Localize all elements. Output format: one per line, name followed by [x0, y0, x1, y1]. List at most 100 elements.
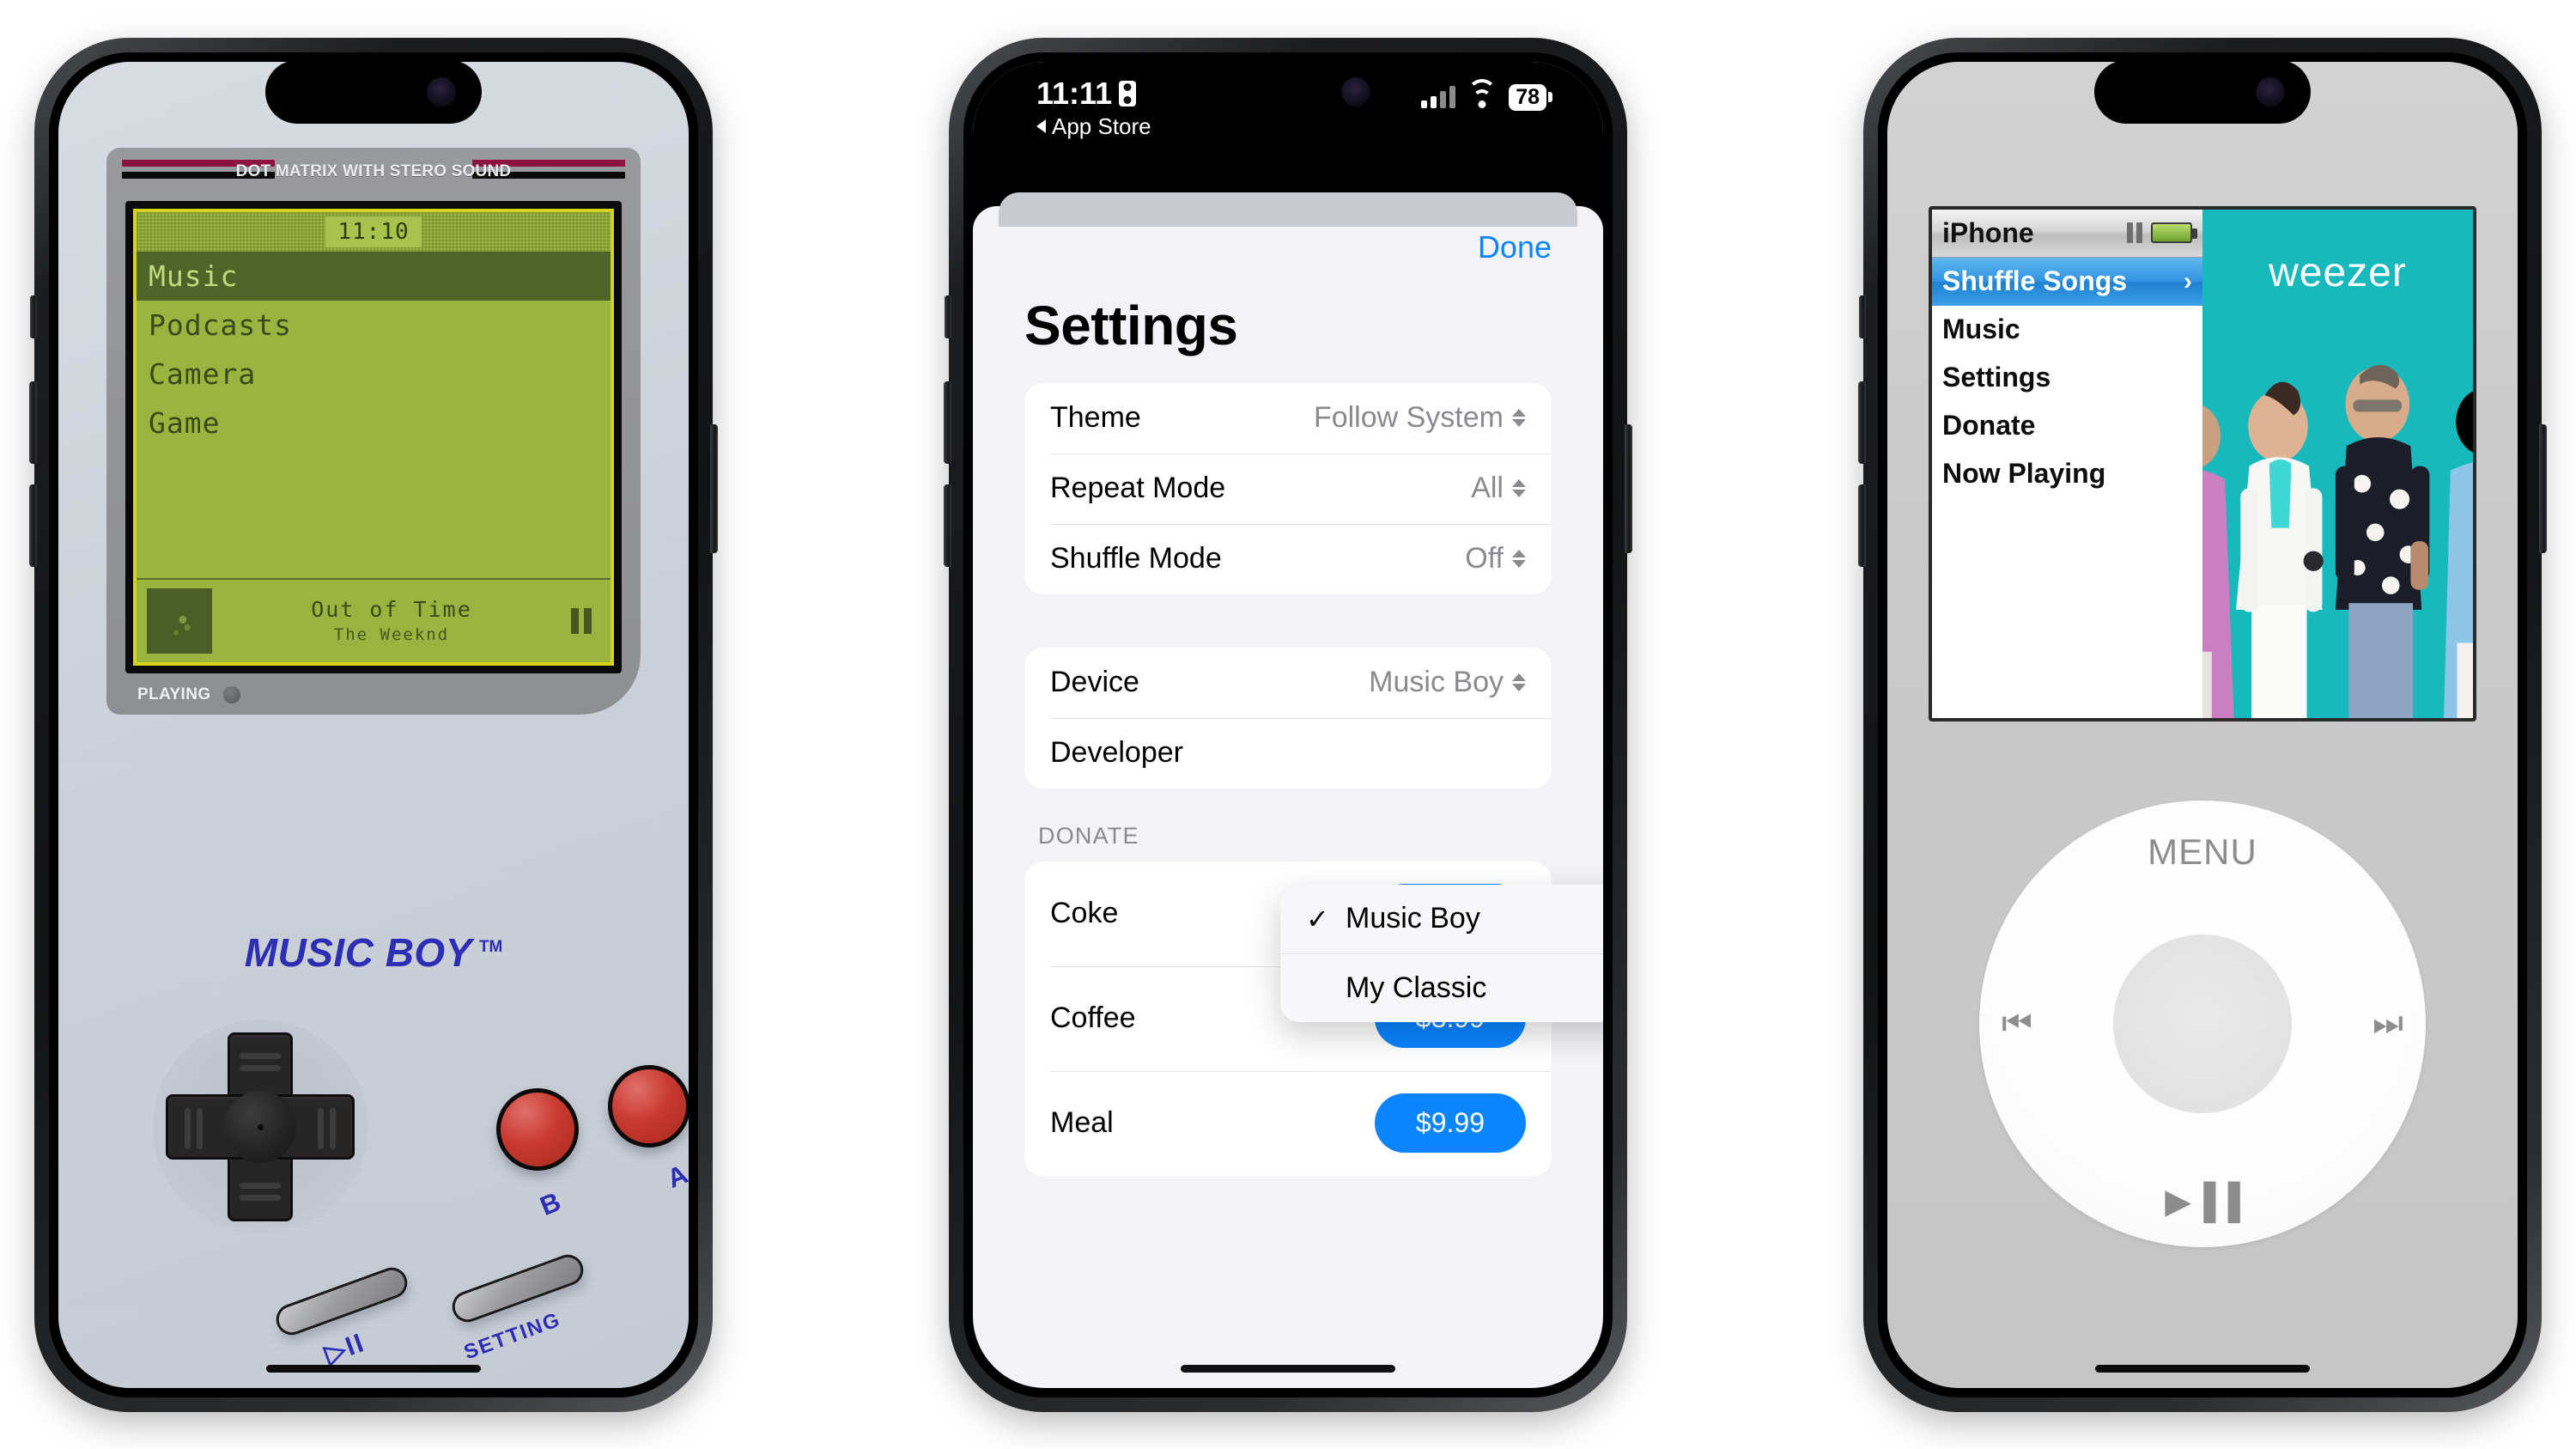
dynamic-island [265, 59, 482, 124]
context-menu-label: Music Boy [1346, 902, 1480, 935]
gameboy-menu-item-camera[interactable]: Camera [137, 350, 611, 399]
dpad-right-ridges [318, 1107, 336, 1149]
back-triangle-icon [1036, 119, 1046, 133]
dpad-left-ridges [185, 1107, 203, 1149]
mute-switch[interactable] [1859, 295, 1866, 338]
row-value: Follow System [1313, 401, 1504, 434]
phone2-screen: 11:11 App Store 78 Done Settings Theme F… [973, 61, 1603, 1388]
phone3-screen: iPhone Shuffle Songs › Music Settings Do… [1887, 61, 2518, 1388]
pause-icon [2127, 222, 2142, 243]
context-menu-item-my-classic[interactable]: My Classic [1280, 953, 1603, 1022]
cellular-signal-icon [1421, 86, 1456, 108]
donate-label: Coke [1050, 897, 1119, 929]
stepper-chevron-icon[interactable] [1512, 550, 1526, 568]
ipod-menu-item-donate[interactable]: Donate [1932, 402, 2202, 450]
ipod-item-label: Now Playing [1942, 458, 2106, 489]
settings-row-developer[interactable]: Developer [1024, 717, 1552, 788]
previous-track-icon[interactable]: ⏮ [2002, 1004, 2032, 1043]
donate-label: Coffee [1050, 1002, 1136, 1034]
stepper-chevron-icon[interactable] [1512, 673, 1526, 691]
select-button[interactable] [2113, 934, 2292, 1113]
ios-screen: 11:11 App Store 78 Done Settings Theme F… [973, 61, 1603, 1388]
power-button[interactable] [2539, 423, 2547, 553]
dot-matrix-label: DOT MATRIX WITH STERO SOUND [235, 161, 512, 180]
dpad[interactable] [166, 1032, 355, 1221]
power-button[interactable] [1625, 423, 1632, 553]
row-value: Music Boy [1369, 666, 1504, 698]
done-button[interactable]: Done [1478, 229, 1552, 265]
back-to-app-button[interactable]: App Store [1036, 113, 1151, 140]
volume-down-button[interactable] [944, 484, 951, 567]
gameboy-menu-item-music[interactable]: Music [137, 251, 611, 301]
pause-icon[interactable] [571, 607, 600, 634]
battery-icon: 78 [1509, 83, 1546, 111]
power-led-icon [222, 685, 240, 703]
ipod-menu-item-music[interactable]: Music [1932, 306, 2202, 354]
row-value-group[interactable]: Music Boy [1369, 666, 1526, 699]
next-track-icon[interactable]: ⏭ [2372, 1004, 2403, 1043]
dpad-down-ridges [240, 1182, 281, 1201]
gameboy-menu-item-game[interactable]: Game [137, 399, 611, 447]
mute-switch[interactable] [945, 295, 951, 338]
ipod-menu-item-settings[interactable]: Settings [1932, 354, 2202, 402]
row-value-group[interactable]: Off [1465, 542, 1526, 575]
device-context-menu: ✓ Music Boy My Classic [1280, 884, 1603, 1022]
context-menu-label: My Classic [1346, 971, 1487, 1004]
volume-up-button[interactable] [1858, 381, 1866, 464]
phone-settings: 11:11 App Store 78 Done Settings Theme F… [944, 37, 1632, 1412]
volume-up-button[interactable] [944, 381, 951, 464]
play-pause-label: ▷II [320, 1326, 369, 1369]
ipod-display: iPhone Shuffle Songs › Music Settings Do… [1929, 205, 2476, 721]
home-indicator[interactable] [266, 1364, 481, 1373]
b-button[interactable] [496, 1087, 579, 1171]
home-indicator[interactable] [2095, 1364, 2310, 1373]
play-pause-icon[interactable]: ▶▐▐ [2165, 1182, 2239, 1221]
row-value-group[interactable]: All [1471, 472, 1526, 505]
chevron-right-icon: › [2184, 266, 2192, 295]
mute-switch[interactable] [30, 295, 37, 338]
power-button[interactable] [710, 423, 718, 553]
band-photo-illustration [2202, 364, 2473, 718]
setting-button[interactable] [447, 1250, 588, 1326]
settings-card-device: Device Music Boy Developer [1024, 647, 1552, 788]
home-indicator[interactable] [1181, 1364, 1395, 1373]
donate-row-meal: Meal $9.99 [1024, 1070, 1552, 1176]
gameboy-now-playing-bar[interactable]: Out of Time The Weeknd [137, 577, 611, 662]
context-menu-item-music-boy[interactable]: ✓ Music Boy [1280, 885, 1603, 953]
ipod-item-label: Shuffle Songs [1942, 265, 2128, 296]
stepper-chevron-icon[interactable] [1512, 409, 1526, 427]
phone1-screen: DOT MATRIX WITH STERO SOUND 11:10 Music … [58, 61, 689, 1388]
dpad-up-ridges [240, 1052, 281, 1071]
gameboy-menu-list: Music Podcasts Camera Game [137, 251, 611, 578]
row-label: Device [1050, 666, 1139, 698]
volume-down-button[interactable] [1858, 484, 1866, 567]
donate-price-button-meal[interactable]: $9.99 [1374, 1093, 1526, 1153]
row-value: All [1471, 472, 1504, 504]
status-left: 11:11 App Store [1036, 76, 1151, 140]
gameboy-status-bar: 11:10 [137, 211, 611, 252]
stepper-chevron-icon[interactable] [1512, 479, 1526, 497]
volume-down-button[interactable] [29, 484, 37, 567]
gameboy-menu-item-podcasts[interactable]: Podcasts [137, 301, 611, 350]
volume-up-button[interactable] [29, 381, 37, 464]
logo-text: MUSIC BOY [244, 929, 472, 975]
play-pause-button[interactable] [271, 1263, 412, 1339]
row-value-group[interactable]: Follow System [1314, 401, 1526, 435]
gameboy-top-strip: DOT MATRIX WITH STERO SOUND [106, 148, 641, 196]
ipod-menu-item-now-playing[interactable]: Now Playing [1932, 450, 2202, 498]
dpad-hub[interactable] [224, 1090, 296, 1163]
dynamic-island [2094, 59, 2311, 124]
settings-row-device[interactable]: Device Music Boy [1024, 648, 1552, 718]
click-wheel[interactable]: MENU ⏮ ⏭ ▶▐▐ [1979, 800, 2426, 1247]
playing-indicator: PLAYING [137, 685, 240, 704]
menu-button-label[interactable]: MENU [2148, 831, 2257, 873]
ipod-menu-item-shuffle-songs[interactable]: Shuffle Songs › [1932, 257, 2202, 306]
settings-row-shuffle-mode[interactable]: Shuffle Mode Off [1024, 523, 1552, 594]
settings-row-theme[interactable]: Theme Follow System [1024, 383, 1552, 454]
gameboy-screen-housing: DOT MATRIX WITH STERO SOUND 11:10 Music … [106, 147, 641, 715]
settings-row-repeat-mode[interactable]: Repeat Mode All [1024, 453, 1552, 524]
a-button[interactable] [608, 1064, 689, 1148]
gameboy-lcd: 11:10 Music Podcasts Camera Game Out of … [133, 208, 614, 666]
gameboy-clock: 11:10 [325, 216, 422, 247]
row-label: Developer [1050, 736, 1183, 769]
